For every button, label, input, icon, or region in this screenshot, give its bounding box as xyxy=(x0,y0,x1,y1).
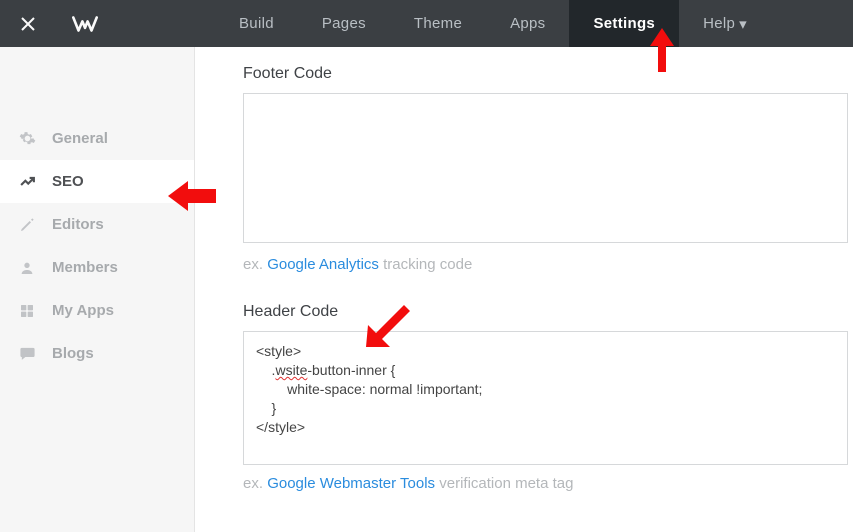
nav-theme[interactable]: Theme xyxy=(390,0,486,47)
footer-hint: ex. Google Analytics tracking code xyxy=(243,256,853,273)
header-code-textarea[interactable]: <style> .wsite-button-inner { white-spac… xyxy=(243,331,848,465)
header-code-section: Header Code <style> .wsite-button-inner … xyxy=(243,303,853,492)
nav-apps[interactable]: Apps xyxy=(486,0,569,47)
sidebar-item-label: Editors xyxy=(52,216,104,233)
nav-pages[interactable]: Pages xyxy=(298,0,390,47)
sidebar-item-label: General xyxy=(52,130,108,147)
nav-build[interactable]: Build xyxy=(215,0,298,47)
gear-icon xyxy=(18,130,36,147)
sidebar-item-seo[interactable]: SEO xyxy=(0,160,194,203)
weebly-logo[interactable] xyxy=(55,0,115,47)
nav-help[interactable]: Help ▾ xyxy=(679,0,771,47)
trend-icon xyxy=(18,173,36,190)
sidebar-item-label: Blogs xyxy=(52,345,94,362)
google-webmaster-link[interactable]: Google Webmaster Tools xyxy=(267,475,435,492)
sidebar-item-myapps[interactable]: My Apps xyxy=(0,289,194,332)
sidebar-item-editors[interactable]: Editors xyxy=(0,203,194,246)
chat-icon xyxy=(18,345,36,362)
main-content: Footer Code ex. Google Analytics trackin… xyxy=(195,47,853,532)
nav-help-label: Help xyxy=(703,15,735,32)
nav-settings[interactable]: Settings xyxy=(569,0,679,47)
footer-code-textarea[interactable] xyxy=(243,93,848,243)
close-icon xyxy=(20,16,36,32)
top-nav: Build Pages Theme Apps Settings Help ▾ xyxy=(215,0,771,47)
spacer xyxy=(115,0,215,47)
sidebar-item-label: Members xyxy=(52,259,118,276)
footer-code-label: Footer Code xyxy=(243,65,853,83)
grid-icon xyxy=(18,303,36,319)
sidebar: General SEO Editors Members My Apps Blog… xyxy=(0,47,195,532)
person-icon xyxy=(18,260,36,276)
caret-down-icon: ▾ xyxy=(739,15,747,33)
sidebar-item-members[interactable]: Members xyxy=(0,246,194,289)
hint-prefix: ex. xyxy=(243,256,267,273)
google-analytics-link[interactable]: Google Analytics xyxy=(267,256,379,273)
sidebar-item-blogs[interactable]: Blogs xyxy=(0,332,194,375)
sidebar-item-label: SEO xyxy=(52,173,84,190)
hint-suffix: verification meta tag xyxy=(435,475,573,492)
topbar: Build Pages Theme Apps Settings Help ▾ xyxy=(0,0,853,47)
footer-code-section: Footer Code ex. Google Analytics trackin… xyxy=(243,65,853,273)
hint-suffix: tracking code xyxy=(379,256,472,273)
sidebar-item-label: My Apps xyxy=(52,302,114,319)
header-code-label: Header Code xyxy=(243,303,853,321)
pencil-icon xyxy=(18,217,36,233)
sidebar-item-general[interactable]: General xyxy=(0,117,194,160)
hint-prefix: ex. xyxy=(243,475,267,492)
logo-icon xyxy=(72,14,98,34)
close-button[interactable] xyxy=(0,0,55,47)
header-hint: ex. Google Webmaster Tools verification … xyxy=(243,475,853,492)
